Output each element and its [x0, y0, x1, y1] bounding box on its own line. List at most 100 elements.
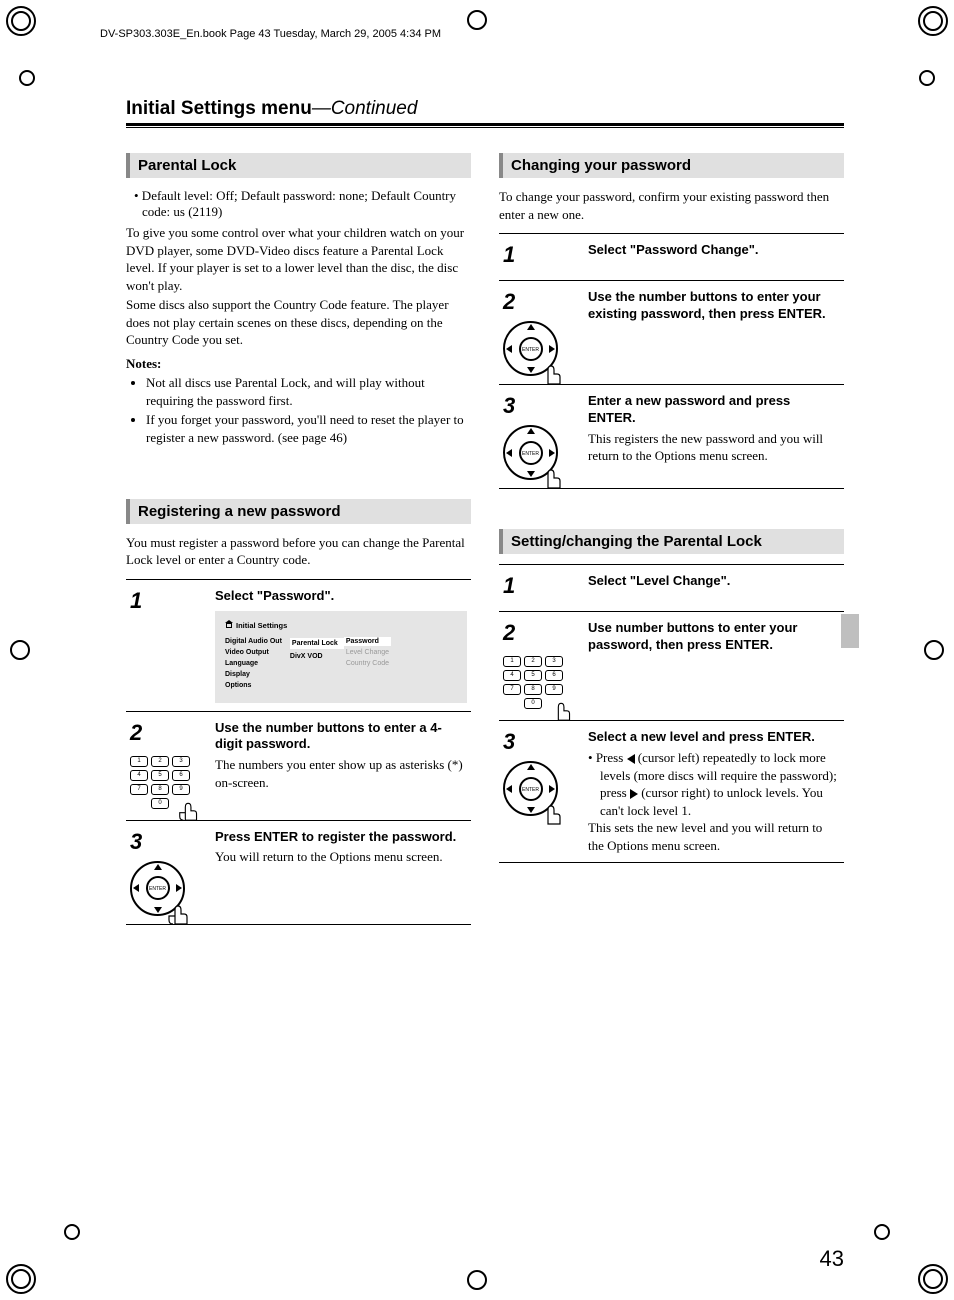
pl-step-3-bullet: • Press (cursor left) repeatedly to lock… [600, 749, 840, 819]
page-title-row: Initial Settings menu—Continued [126, 98, 844, 126]
title-underline [126, 127, 844, 128]
section-heading-register-password: Registering a new password [126, 499, 471, 524]
cropmark-icon [467, 10, 487, 30]
osd-item-dim: Country Code [346, 660, 389, 667]
cropmark-icon [874, 1224, 890, 1240]
step-1-instruction: Select "Password". [215, 588, 467, 605]
osd-initial-settings: Initial Settings Digital Audio Out Video… [215, 611, 467, 703]
change-password-steps-table: 1 Select "Password Change". 2 ENTER Use … [499, 233, 844, 489]
cp-step-1-instruction: Select "Password Change". [588, 242, 840, 259]
numpad-key: 2 [151, 756, 169, 767]
page: DV-SP303.303E_En.book Page 43 Tuesday, M… [0, 0, 954, 1300]
numpad-illustration: 123 456 789 0 [130, 750, 190, 812]
step-number-1: 1 [130, 588, 207, 614]
parental-lock-paragraph-1: To give you some control over what your … [126, 224, 471, 294]
cursor-right-icon [630, 789, 638, 799]
step-number-3: 3 [503, 729, 580, 755]
numpad-key: 4 [503, 670, 521, 681]
step-number-1: 1 [503, 573, 580, 599]
page-title-continued: —Continued [312, 98, 418, 119]
hand-pointer-icon [538, 796, 568, 826]
page-number: 43 [820, 1246, 844, 1272]
cursor-left-icon [627, 754, 635, 764]
pl-step-3-instruction: Select a new level and press ENTER. [588, 729, 840, 746]
osd-item-selected: Parental Lock [290, 638, 344, 649]
osd-item: Language [225, 660, 282, 667]
table-row: 1 Select "Level Change". [499, 565, 844, 612]
page-title-text: Initial Settings menu [126, 98, 312, 119]
doc-meta-header: DV-SP303.303E_En.book Page 43 Tuesday, M… [100, 28, 441, 40]
table-row: 2 123 456 789 0 Use number buttons to en… [499, 612, 844, 721]
note-item-1: Not all discs use Parental Lock, and wil… [146, 374, 471, 409]
numpad-key: 2 [524, 656, 542, 667]
section-heading-parental-lock: Parental Lock [126, 153, 471, 178]
osd-item: Display [225, 671, 282, 678]
table-row: 3 ENTER Press ENTER to register the pass… [126, 820, 471, 924]
numpad-key: 8 [151, 784, 169, 795]
set-parental-lock-steps-table: 1 Select "Level Change". 2 123 456 789 0 [499, 564, 844, 863]
bullet-text-a: Press [596, 750, 627, 765]
cropmark-icon [919, 70, 935, 86]
osd-item-highlighted: Password [344, 637, 391, 646]
numpad-key: 7 [503, 684, 521, 695]
step-number-1: 1 [503, 242, 580, 268]
numpad-key: 1 [503, 656, 521, 667]
osd-item-dim: Level Change [346, 649, 389, 656]
numpad-key: 0 [524, 698, 542, 709]
cropmark-icon [6, 6, 36, 36]
note-item-2: If you forget your password, you'll need… [146, 411, 471, 446]
hand-pointer-icon [176, 794, 204, 822]
page-title: Initial Settings menu—Continued [126, 98, 417, 119]
cropmark-icon [918, 1264, 948, 1294]
step-number-2: 2 [503, 620, 580, 646]
numpad-key: 5 [524, 670, 542, 681]
cropmark-icon [918, 6, 948, 36]
two-column-layout: Parental Lock • Default level: Off; Defa… [126, 153, 844, 925]
cropmark-icon [10, 640, 30, 660]
table-row: 1 Select "Password". Initial Settings Di… [126, 579, 471, 711]
cropmark-icon [19, 70, 35, 86]
table-row: 2 ENTER Use the number buttons to enter … [499, 281, 844, 385]
notes-list: Not all discs use Parental Lock, and wil… [146, 374, 471, 446]
numpad-key: 6 [172, 770, 190, 781]
step-2-instruction: Use the number buttons to enter a 4-digi… [215, 720, 467, 754]
section-heading-set-parental-lock: Setting/changing the Parental Lock [499, 529, 844, 554]
pl-step-3-tail: This sets the new level and you will ret… [588, 819, 840, 854]
cp-step-3-body: This registers the new password and you … [588, 431, 823, 464]
cropmark-icon [467, 1270, 487, 1290]
cropmark-icon [64, 1224, 80, 1240]
numpad-key: 6 [545, 670, 563, 681]
numpad-key: 5 [151, 770, 169, 781]
enter-dial-illustration: ENTER [130, 861, 185, 916]
numpad-key: 3 [172, 756, 190, 767]
cropmark-icon [924, 640, 944, 660]
step-number-2: 2 [130, 720, 207, 746]
table-row: 3 ENTER Enter a new password and press E… [499, 385, 844, 489]
table-row: 2 123 456 789 0 Use the number [126, 711, 471, 820]
enter-dial-illustration: ENTER [503, 425, 558, 480]
numpad-key: 1 [130, 756, 148, 767]
register-password-intro: You must register a password before you … [126, 534, 471, 569]
osd-col-1: Digital Audio Out Video Output Language … [225, 638, 282, 689]
numpad-key: 0 [151, 798, 169, 809]
step-2-body: The numbers you enter show up as asteris… [215, 757, 463, 790]
osd-col-2: Parental Lock DivX VOD [290, 638, 338, 689]
default-settings-bullet: • Default level: Off; Default password: … [134, 188, 471, 220]
hand-pointer-icon [538, 460, 568, 490]
enter-dial-illustration: ENTER [503, 321, 558, 376]
left-column: Parental Lock • Default level: Off; Defa… [126, 153, 471, 925]
enter-dial-illustration: ENTER [503, 761, 558, 816]
hand-pointer-icon [165, 896, 195, 926]
cp-step-2-instruction: Use the number buttons to enter your exi… [588, 289, 840, 323]
table-row: 1 Select "Password Change". [499, 234, 844, 281]
numpad-key: 8 [524, 684, 542, 695]
pl-step-2-instruction: Use number buttons to enter your passwor… [588, 620, 840, 654]
parental-lock-paragraph-2: Some discs also support the Country Code… [126, 296, 471, 349]
section-heading-change-password: Changing your password [499, 153, 844, 178]
step-3-body: You will return to the Options menu scre… [215, 849, 443, 864]
osd-title-text: Initial Settings [236, 621, 287, 630]
cropmark-icon [6, 1264, 36, 1294]
table-row: 3 ENTER Select a new level and press ENT… [499, 721, 844, 863]
osd-item: Digital Audio Out [225, 638, 282, 645]
cp-step-3-instruction: Enter a new password and press ENTER. [588, 393, 840, 427]
